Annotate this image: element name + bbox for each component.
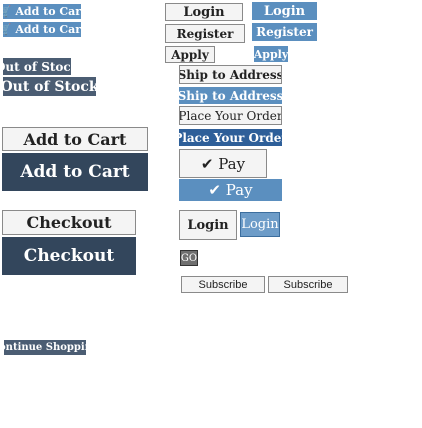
apply-outline-button[interactable]: Apply: [165, 46, 215, 63]
checkout-label: Checkout: [23, 246, 115, 266]
pay-filled-button[interactable]: ✔ Pay: [179, 179, 282, 201]
go-label: GO: [180, 252, 198, 264]
checkout-filled-button[interactable]: Checkout: [2, 237, 136, 275]
login-filled-button[interactable]: Login: [252, 2, 317, 20]
out-of-stock-label: Out of Stock: [3, 78, 96, 95]
register-outline-button[interactable]: Register: [165, 24, 245, 43]
subscribe-label: Subscribe: [283, 278, 333, 291]
register-label: Register: [256, 25, 313, 39]
place-order-label: Place Your Order: [179, 130, 282, 145]
add-to-cart-filled-button[interactable]: Add to Cart: [2, 153, 148, 191]
login-label: Login: [241, 217, 279, 232]
login-small-filled-button[interactable]: Login: [240, 212, 280, 237]
checkout-label: Checkout: [26, 213, 112, 232]
add-to-cart-label: 🛒 Add to Cart: [3, 5, 81, 18]
continue-shopping-button[interactable]: Continue Shopping: [4, 340, 86, 355]
out-of-stock-button-small[interactable]: Out of Stock: [3, 58, 71, 75]
pay-label: ✔ Pay: [208, 181, 253, 199]
pay-outline-button[interactable]: ✔ Pay: [179, 149, 267, 178]
login-outline-button[interactable]: Login: [165, 3, 243, 21]
register-label: Register: [176, 26, 234, 41]
apply-filled-button[interactable]: Apply: [254, 46, 288, 62]
subscribe-button[interactable]: Subscribe: [181, 276, 265, 293]
place-order-outline-button[interactable]: Place Your Order: [179, 106, 282, 125]
apply-label: Apply: [254, 47, 288, 61]
checkout-outline-button[interactable]: Checkout: [2, 210, 136, 235]
add-to-cart-label: 🛒 Add to Cart: [3, 23, 81, 36]
place-order-label: Place Your Order: [179, 108, 282, 123]
ship-to-address-label: Ship to Address: [179, 88, 282, 103]
out-of-stock-label: Out of Stock: [3, 59, 71, 74]
add-to-cart-outline-button[interactable]: Add to Cart: [2, 127, 148, 151]
go-button[interactable]: GO: [180, 250, 198, 266]
ship-to-address-filled-button[interactable]: Ship to Address: [179, 87, 282, 104]
add-to-cart-label: Add to Cart: [20, 162, 130, 182]
pay-label: ✔ Pay: [200, 154, 246, 173]
register-filled-button[interactable]: Register: [252, 23, 317, 41]
out-of-stock-button-large[interactable]: Out of Stock: [3, 77, 96, 96]
add-to-cart-button-alt[interactable]: 🛒 Add to Cart: [3, 22, 81, 37]
ship-to-address-outline-button[interactable]: Ship to Address: [179, 65, 282, 84]
add-to-cart-label: Add to Cart: [23, 129, 127, 149]
apply-label: Apply: [171, 47, 209, 62]
continue-shopping-label: Continue Shopping: [4, 342, 86, 353]
subscribe-label: Subscribe: [198, 278, 248, 291]
login-label: Login: [183, 4, 225, 20]
login-label: Login: [263, 3, 306, 19]
ship-to-address-label: Ship to Address: [179, 67, 282, 82]
add-to-cart-button[interactable]: 🛒 Add to Cart: [3, 4, 81, 19]
login-box-button[interactable]: Login: [179, 210, 237, 240]
login-label: Login: [187, 217, 229, 233]
subscribe-button-alt[interactable]: Subscribe: [268, 276, 348, 293]
place-order-filled-button[interactable]: Place Your Order: [179, 129, 282, 146]
